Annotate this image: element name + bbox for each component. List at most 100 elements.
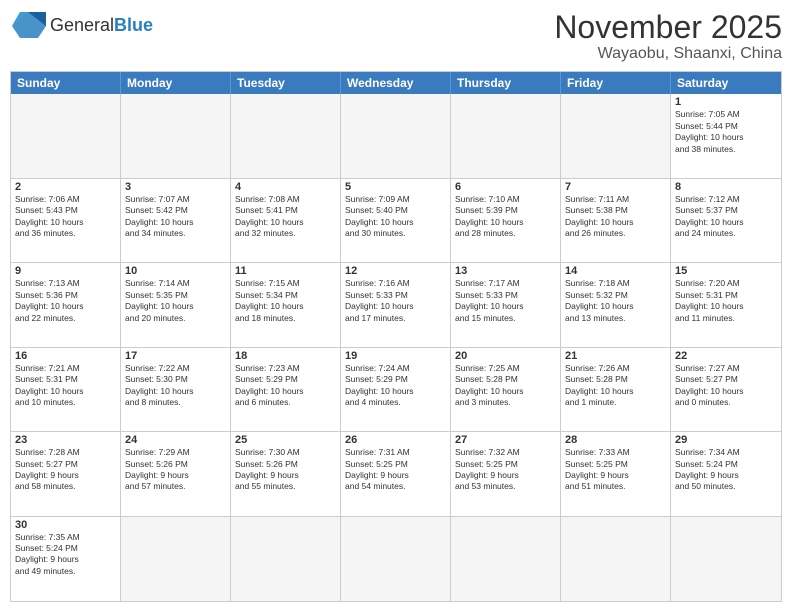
day-cell: 25Sunrise: 7:30 AM Sunset: 5:26 PM Dayli… — [231, 432, 341, 515]
header: GeneralBlue November 2025 Wayaobu, Shaan… — [10, 10, 782, 63]
day-cell: 10Sunrise: 7:14 AM Sunset: 5:35 PM Dayli… — [121, 263, 231, 346]
week-row-2: 9Sunrise: 7:13 AM Sunset: 5:36 PM Daylig… — [11, 263, 781, 347]
day-info: Sunrise: 7:25 AM Sunset: 5:28 PM Dayligh… — [455, 363, 556, 409]
day-header-thursday: Thursday — [451, 72, 561, 94]
day-info: Sunrise: 7:12 AM Sunset: 5:37 PM Dayligh… — [675, 194, 777, 240]
day-number: 9 — [15, 265, 116, 277]
day-cell: 1Sunrise: 7:05 AM Sunset: 5:44 PM Daylig… — [671, 94, 781, 177]
day-cell: 19Sunrise: 7:24 AM Sunset: 5:29 PM Dayli… — [341, 348, 451, 431]
day-number: 10 — [125, 265, 226, 277]
day-number: 15 — [675, 265, 777, 277]
day-info: Sunrise: 7:24 AM Sunset: 5:29 PM Dayligh… — [345, 363, 446, 409]
day-cell: 30Sunrise: 7:35 AM Sunset: 5:24 PM Dayli… — [11, 517, 121, 601]
day-header-tuesday: Tuesday — [231, 72, 341, 94]
day-info: Sunrise: 7:22 AM Sunset: 5:30 PM Dayligh… — [125, 363, 226, 409]
day-info: Sunrise: 7:27 AM Sunset: 5:27 PM Dayligh… — [675, 363, 777, 409]
day-cell: 26Sunrise: 7:31 AM Sunset: 5:25 PM Dayli… — [341, 432, 451, 515]
day-cell — [121, 94, 231, 177]
day-number: 20 — [455, 350, 556, 362]
day-cell: 12Sunrise: 7:16 AM Sunset: 5:33 PM Dayli… — [341, 263, 451, 346]
day-number: 2 — [15, 181, 116, 193]
day-info: Sunrise: 7:30 AM Sunset: 5:26 PM Dayligh… — [235, 447, 336, 493]
day-info: Sunrise: 7:32 AM Sunset: 5:25 PM Dayligh… — [455, 447, 556, 493]
day-number: 19 — [345, 350, 446, 362]
day-cell — [121, 517, 231, 601]
day-cell: 7Sunrise: 7:11 AM Sunset: 5:38 PM Daylig… — [561, 179, 671, 262]
day-cell — [561, 94, 671, 177]
day-info: Sunrise: 7:20 AM Sunset: 5:31 PM Dayligh… — [675, 278, 777, 324]
day-info: Sunrise: 7:09 AM Sunset: 5:40 PM Dayligh… — [345, 194, 446, 240]
day-number: 22 — [675, 350, 777, 362]
day-info: Sunrise: 7:13 AM Sunset: 5:36 PM Dayligh… — [15, 278, 116, 324]
day-header-wednesday: Wednesday — [341, 72, 451, 94]
page: GeneralBlue November 2025 Wayaobu, Shaan… — [0, 0, 792, 612]
day-info: Sunrise: 7:11 AM Sunset: 5:38 PM Dayligh… — [565, 194, 666, 240]
generalblue-logo-icon — [10, 10, 46, 40]
day-cell: 14Sunrise: 7:18 AM Sunset: 5:32 PM Dayli… — [561, 263, 671, 346]
day-number: 24 — [125, 434, 226, 446]
day-number: 5 — [345, 181, 446, 193]
day-number: 30 — [15, 519, 116, 531]
day-cell: 18Sunrise: 7:23 AM Sunset: 5:29 PM Dayli… — [231, 348, 341, 431]
day-info: Sunrise: 7:29 AM Sunset: 5:26 PM Dayligh… — [125, 447, 226, 493]
day-info: Sunrise: 7:10 AM Sunset: 5:39 PM Dayligh… — [455, 194, 556, 240]
day-number: 14 — [565, 265, 666, 277]
day-header-sunday: Sunday — [11, 72, 121, 94]
day-number: 23 — [15, 434, 116, 446]
day-number: 18 — [235, 350, 336, 362]
day-cell: 16Sunrise: 7:21 AM Sunset: 5:31 PM Dayli… — [11, 348, 121, 431]
day-info: Sunrise: 7:35 AM Sunset: 5:24 PM Dayligh… — [15, 532, 116, 578]
day-cell — [561, 517, 671, 601]
day-info: Sunrise: 7:17 AM Sunset: 5:33 PM Dayligh… — [455, 278, 556, 324]
location-title: Wayaobu, Shaanxi, China — [554, 45, 782, 63]
day-cell: 4Sunrise: 7:08 AM Sunset: 5:41 PM Daylig… — [231, 179, 341, 262]
day-cell: 8Sunrise: 7:12 AM Sunset: 5:37 PM Daylig… — [671, 179, 781, 262]
day-cell — [231, 94, 341, 177]
day-number: 12 — [345, 265, 446, 277]
day-info: Sunrise: 7:21 AM Sunset: 5:31 PM Dayligh… — [15, 363, 116, 409]
day-info: Sunrise: 7:18 AM Sunset: 5:32 PM Dayligh… — [565, 278, 666, 324]
day-number: 7 — [565, 181, 666, 193]
day-cell — [451, 517, 561, 601]
day-cell — [231, 517, 341, 601]
day-cell — [451, 94, 561, 177]
day-cell — [11, 94, 121, 177]
logo-text: GeneralBlue — [50, 15, 153, 36]
day-number: 29 — [675, 434, 777, 446]
day-cell: 24Sunrise: 7:29 AM Sunset: 5:26 PM Dayli… — [121, 432, 231, 515]
day-headers: SundayMondayTuesdayWednesdayThursdayFrid… — [11, 72, 781, 94]
day-cell: 27Sunrise: 7:32 AM Sunset: 5:25 PM Dayli… — [451, 432, 561, 515]
day-number: 13 — [455, 265, 556, 277]
day-info: Sunrise: 7:06 AM Sunset: 5:43 PM Dayligh… — [15, 194, 116, 240]
day-info: Sunrise: 7:14 AM Sunset: 5:35 PM Dayligh… — [125, 278, 226, 324]
day-cell: 28Sunrise: 7:33 AM Sunset: 5:25 PM Dayli… — [561, 432, 671, 515]
day-cell — [341, 517, 451, 601]
day-header-monday: Monday — [121, 72, 231, 94]
day-number: 8 — [675, 181, 777, 193]
day-number: 4 — [235, 181, 336, 193]
day-number: 16 — [15, 350, 116, 362]
logo: GeneralBlue — [10, 10, 153, 40]
day-header-saturday: Saturday — [671, 72, 781, 94]
day-info: Sunrise: 7:34 AM Sunset: 5:24 PM Dayligh… — [675, 447, 777, 493]
day-cell: 22Sunrise: 7:27 AM Sunset: 5:27 PM Dayli… — [671, 348, 781, 431]
day-info: Sunrise: 7:16 AM Sunset: 5:33 PM Dayligh… — [345, 278, 446, 324]
week-row-1: 2Sunrise: 7:06 AM Sunset: 5:43 PM Daylig… — [11, 179, 781, 263]
day-info: Sunrise: 7:08 AM Sunset: 5:41 PM Dayligh… — [235, 194, 336, 240]
day-cell: 23Sunrise: 7:28 AM Sunset: 5:27 PM Dayli… — [11, 432, 121, 515]
title-block: November 2025 Wayaobu, Shaanxi, China — [554, 10, 782, 63]
day-number: 17 — [125, 350, 226, 362]
day-cell: 5Sunrise: 7:09 AM Sunset: 5:40 PM Daylig… — [341, 179, 451, 262]
day-info: Sunrise: 7:05 AM Sunset: 5:44 PM Dayligh… — [675, 109, 777, 155]
day-number: 6 — [455, 181, 556, 193]
day-cell: 9Sunrise: 7:13 AM Sunset: 5:36 PM Daylig… — [11, 263, 121, 346]
day-cell: 17Sunrise: 7:22 AM Sunset: 5:30 PM Dayli… — [121, 348, 231, 431]
week-row-5: 30Sunrise: 7:35 AM Sunset: 5:24 PM Dayli… — [11, 517, 781, 601]
day-number: 11 — [235, 265, 336, 277]
day-cell: 21Sunrise: 7:26 AM Sunset: 5:28 PM Dayli… — [561, 348, 671, 431]
week-row-3: 16Sunrise: 7:21 AM Sunset: 5:31 PM Dayli… — [11, 348, 781, 432]
day-info: Sunrise: 7:31 AM Sunset: 5:25 PM Dayligh… — [345, 447, 446, 493]
day-number: 21 — [565, 350, 666, 362]
day-info: Sunrise: 7:23 AM Sunset: 5:29 PM Dayligh… — [235, 363, 336, 409]
week-row-0: 1Sunrise: 7:05 AM Sunset: 5:44 PM Daylig… — [11, 94, 781, 178]
